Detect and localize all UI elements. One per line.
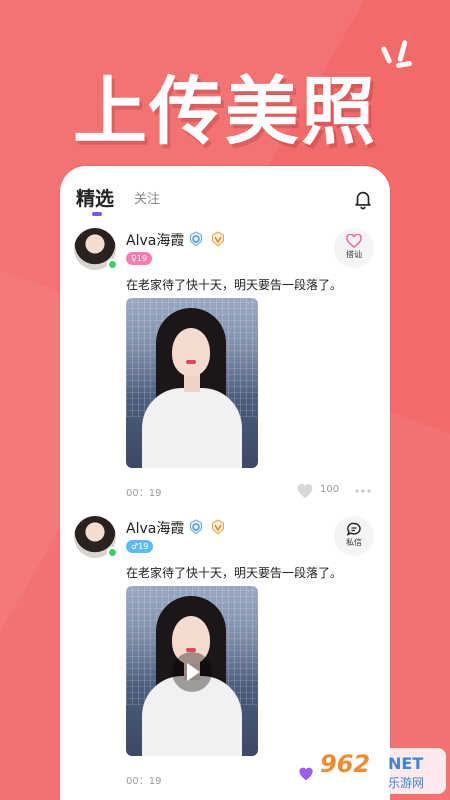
verified-badge-icon bbox=[190, 231, 202, 247]
post-caption: 在老家待了快十天，明天要告一段落了。 bbox=[126, 566, 343, 580]
like-count: 100 bbox=[320, 484, 340, 495]
post-photo[interactable] bbox=[126, 298, 258, 468]
site-watermark: 962 NET 乐游网 bbox=[314, 748, 446, 794]
chat-up-button[interactable]: 搭讪 bbox=[334, 228, 374, 268]
watermark-number: 962 bbox=[320, 750, 371, 778]
username[interactable]: Alva海霞 bbox=[126, 518, 184, 538]
watermark-net: NET bbox=[388, 754, 424, 773]
post-caption: 在老家待了快十天，明天要告一段落了。 bbox=[126, 278, 343, 292]
avatar[interactable] bbox=[74, 516, 118, 558]
age-gender-tag: ♀19 bbox=[126, 252, 153, 265]
post-duration: 00：19 bbox=[126, 776, 162, 787]
heart-icon bbox=[346, 234, 362, 248]
vip-badge-icon bbox=[212, 231, 224, 247]
online-status-dot bbox=[107, 547, 118, 558]
private-message-label: 私信 bbox=[346, 538, 362, 547]
age-gender-tag: ♂19 bbox=[126, 540, 154, 553]
more-options-icon[interactable] bbox=[354, 486, 372, 496]
online-status-dot bbox=[107, 259, 118, 270]
chat-up-label: 搭讪 bbox=[346, 250, 362, 259]
bell-icon[interactable] bbox=[352, 188, 374, 210]
active-tab-indicator bbox=[92, 212, 102, 216]
tab-featured[interactable]: 精选 bbox=[76, 184, 114, 211]
liked-heart-icon[interactable] bbox=[298, 766, 314, 782]
verified-badge-icon bbox=[190, 519, 202, 535]
promo-headline: 上传美照 bbox=[73, 69, 377, 155]
like-heart-icon[interactable] bbox=[296, 482, 314, 500]
private-message-button[interactable]: 私信 bbox=[334, 516, 374, 556]
phone-screen: 精选 关注 Alva海霞 ♀19 搭讪 在老家待了快十天，明天要告一段落了。 0… bbox=[60, 166, 390, 800]
username[interactable]: Alva海霞 bbox=[126, 230, 184, 250]
post-meta: 00：19 100 bbox=[126, 482, 376, 500]
tab-following[interactable]: 关注 bbox=[134, 188, 160, 207]
play-icon[interactable] bbox=[172, 652, 212, 692]
avatar[interactable] bbox=[74, 228, 118, 270]
post-duration: 00：19 bbox=[126, 488, 162, 499]
post-video-thumbnail[interactable] bbox=[126, 586, 258, 756]
message-bubble-icon bbox=[346, 522, 361, 536]
watermark-site-name: 乐游网 bbox=[388, 776, 425, 790]
vip-badge-icon bbox=[212, 519, 224, 535]
